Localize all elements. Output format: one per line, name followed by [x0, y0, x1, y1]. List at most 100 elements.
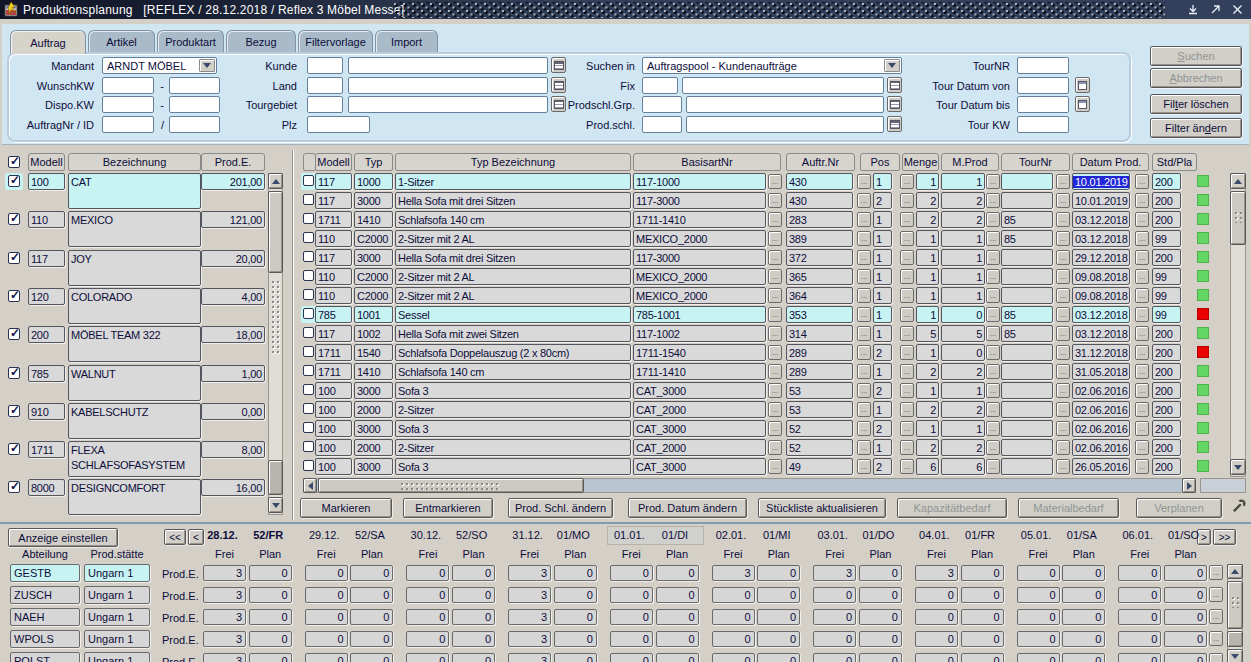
- cell-mprod[interactable]: 2: [941, 363, 985, 380]
- row-lov-button[interactable]: ...: [1056, 459, 1070, 474]
- schedule-row-lov-button[interactable]: ...: [1209, 653, 1223, 662]
- cell-typ[interactable]: 1540: [354, 344, 393, 361]
- cell-datum[interactable]: 02.06.2016: [1072, 401, 1130, 418]
- cell-modell[interactable]: 117: [315, 325, 352, 342]
- row-lov-button[interactable]: ...: [857, 402, 871, 417]
- row-lov-button[interactable]: ...: [857, 174, 871, 189]
- cell-auftrnr[interactable]: 53: [786, 401, 853, 418]
- cell-datum[interactable]: 29.12.2018: [1072, 249, 1130, 266]
- left-cell-bezeichnung[interactable]: MEXICO: [68, 211, 201, 247]
- right-row-checkbox[interactable]: [303, 289, 314, 300]
- suchenin-select[interactable]: Auftragspool - Kundenaufträge: [642, 57, 902, 74]
- row-lov-button[interactable]: ...: [986, 402, 1000, 417]
- cell-pos[interactable]: 1: [873, 401, 892, 418]
- schedule-plan-cell[interactable]: 0: [350, 653, 393, 662]
- fix-lov-button[interactable]: [887, 77, 902, 93]
- cell-std[interactable]: 200: [1152, 173, 1181, 190]
- cell-menge[interactable]: 2: [916, 363, 939, 380]
- schedule-plan-cell[interactable]: 0: [1164, 565, 1207, 581]
- cell-std[interactable]: 200: [1152, 382, 1181, 399]
- schedule-plan-cell[interactable]: 0: [249, 609, 292, 625]
- cell-typ[interactable]: 3000: [354, 382, 393, 399]
- tab-artikel[interactable]: Artikel: [88, 30, 155, 53]
- row-lov-button[interactable]: ...: [768, 288, 782, 303]
- right-row-checkbox[interactable]: [303, 384, 314, 395]
- cell-datum[interactable]: 03.12.2018: [1072, 306, 1130, 323]
- cell-typbez[interactable]: 2-Sitzer: [395, 439, 631, 456]
- schedule-frei-cell[interactable]: 0: [1118, 609, 1161, 625]
- schedule-frei-cell[interactable]: 0: [610, 653, 653, 662]
- cell-typbez[interactable]: 1-Sitzer: [395, 173, 631, 190]
- prodschl-lov-button[interactable]: [887, 116, 902, 132]
- right-row-checkbox[interactable]: [303, 308, 314, 319]
- minimize-icon[interactable]: [1186, 2, 1201, 17]
- cell-std[interactable]: 200: [1152, 401, 1181, 418]
- cell-typ[interactable]: 1002: [354, 325, 393, 342]
- cell-mprod[interactable]: 2: [941, 401, 985, 418]
- schedule-abteilung-cell[interactable]: GESTB: [10, 564, 80, 582]
- schedule-plan-cell[interactable]: 0: [859, 609, 902, 625]
- cell-basisart[interactable]: CAT_3000: [633, 458, 766, 475]
- cell-auftrnr[interactable]: 372: [786, 249, 853, 266]
- schedule-plan-cell[interactable]: 0: [757, 653, 800, 662]
- schedule-plan-cell[interactable]: 0: [1164, 609, 1207, 625]
- cell-mprod[interactable]: 1: [941, 230, 985, 247]
- schedule-plan-cell[interactable]: 0: [452, 565, 495, 581]
- row-lov-button[interactable]: ...: [1056, 364, 1070, 379]
- cell-modell[interactable]: 100: [315, 439, 352, 456]
- row-lov-button[interactable]: ...: [1056, 193, 1070, 208]
- prodschl-name-input[interactable]: [686, 116, 884, 133]
- cell-pos[interactable]: 1: [873, 173, 892, 190]
- schedule-scrollbar-down-button[interactable]: [1227, 649, 1243, 662]
- row-lov-button[interactable]: ...: [1056, 421, 1070, 436]
- schedule-plan-cell[interactable]: 0: [249, 565, 292, 581]
- cell-pos[interactable]: 2: [873, 192, 892, 209]
- cell-mprod[interactable]: 1: [941, 287, 985, 304]
- right-row-checkbox[interactable]: [303, 346, 314, 357]
- cell-basisart[interactable]: 117-3000: [633, 192, 766, 209]
- cell-typbez[interactable]: Sofa 3: [395, 458, 631, 475]
- cell-tournr[interactable]: [1001, 173, 1053, 190]
- cell-modell[interactable]: 117: [315, 249, 352, 266]
- cell-pos[interactable]: 2: [873, 382, 892, 399]
- left-row-checkbox[interactable]: [8, 405, 20, 417]
- cell-basisart[interactable]: MEXICO_2000: [633, 268, 766, 285]
- tab-import[interactable]: Import: [375, 30, 438, 53]
- row-lov-button[interactable]: ...: [986, 193, 1000, 208]
- cell-modell[interactable]: 100: [315, 382, 352, 399]
- restore-icon[interactable]: [1208, 2, 1223, 17]
- row-lov-button[interactable]: ...: [1056, 250, 1070, 265]
- prodschl-nr-input[interactable]: [642, 116, 682, 133]
- cell-menge[interactable]: 2: [916, 439, 939, 456]
- cell-tournr[interactable]: [1001, 192, 1053, 209]
- schedule-frei-cell[interactable]: 0: [813, 653, 856, 662]
- cell-mprod[interactable]: 6: [941, 458, 985, 475]
- cell-tournr[interactable]: [1001, 268, 1053, 285]
- schedule-frei-cell[interactable]: 0: [406, 565, 449, 581]
- cell-pos[interactable]: 2: [873, 420, 892, 437]
- wunschkw-from-input[interactable]: [102, 77, 154, 94]
- schedule-frei-cell[interactable]: 0: [406, 609, 449, 625]
- row-lov-button[interactable]: ...: [857, 231, 871, 246]
- schedule-plan-cell[interactable]: 0: [1062, 609, 1105, 625]
- row-lov-button[interactable]: ...: [1056, 231, 1070, 246]
- cell-basisart[interactable]: 117-3000: [633, 249, 766, 266]
- action-button-st-ckliste-aktualisieren[interactable]: Stückliste aktualisieren: [758, 498, 886, 518]
- row-lov-button[interactable]: ...: [1056, 326, 1070, 341]
- schedule-plan-cell[interactable]: 0: [452, 631, 495, 647]
- schedule-plan-cell[interactable]: 0: [554, 653, 597, 662]
- row-lov-button[interactable]: ...: [986, 383, 1000, 398]
- row-lov-button[interactable]: ...: [986, 231, 1000, 246]
- cell-typbez[interactable]: Hella Sofa mit drei Sitzen: [395, 192, 631, 209]
- schedule-plan-cell[interactable]: 0: [452, 587, 495, 603]
- cell-tournr[interactable]: [1001, 382, 1053, 399]
- schedule-plan-cell[interactable]: 0: [350, 609, 393, 625]
- schedule-plan-cell[interactable]: 0: [350, 631, 393, 647]
- cell-auftrnr[interactable]: 389: [786, 230, 853, 247]
- schedule-row-lov-button[interactable]: ...: [1209, 609, 1223, 624]
- schedule-frei-cell[interactable]: 0: [1017, 609, 1060, 625]
- cell-datum[interactable]: 31.12.2018: [1072, 344, 1130, 361]
- cell-std[interactable]: 99: [1152, 230, 1181, 247]
- schedule-abteilung-cell[interactable]: WPOLS: [10, 630, 80, 648]
- cell-basisart[interactable]: CAT_2000: [633, 439, 766, 456]
